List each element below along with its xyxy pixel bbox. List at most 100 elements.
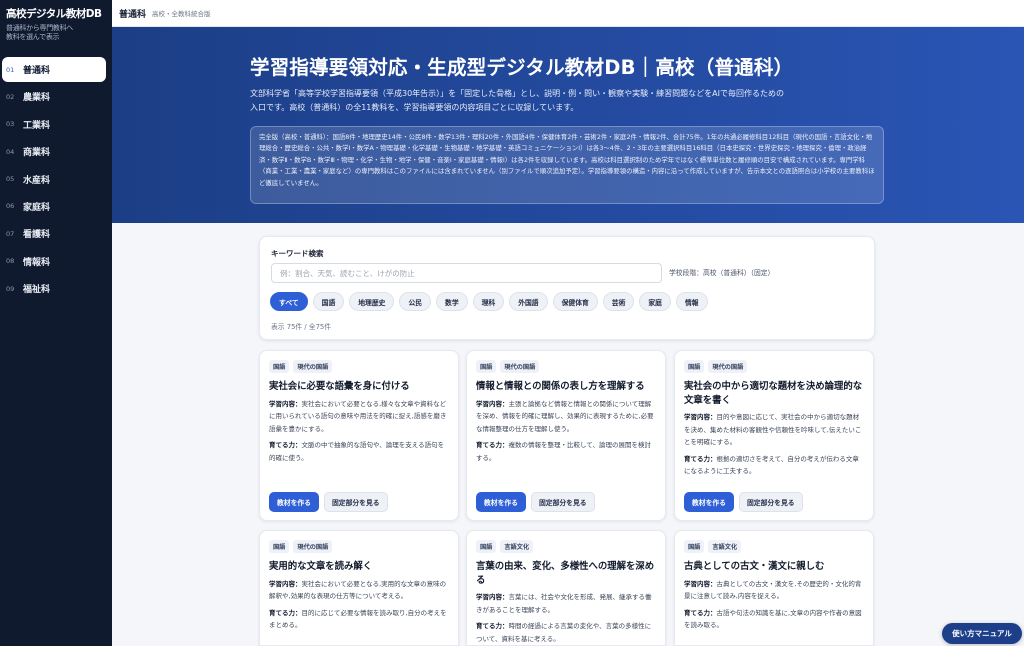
material-card: 国語 現代の国語 情報と情報との関係の表し方を理解する 学習内容：主張と論拠など… — [466, 350, 666, 521]
hero-banner: 学習指導要領対応・生成型デジタル教材DB｜高校（普通科） 文部科学省「高等学校学… — [112, 27, 1024, 223]
sidebar-item-number: 03 — [6, 120, 15, 129]
card-title: 実用的な文章を読み解く — [269, 561, 373, 572]
card-skill: 育てる力：目的に応じて必要な情報を読み取り,自分の考えをまとめる。 — [269, 607, 449, 632]
subject-tag: 国語 — [684, 360, 705, 373]
filter-chip-geography-history[interactable]: 地理歴史 — [349, 292, 395, 311]
card-content: 学習内容：実社会において必要となる,様々な文章や資料などに用いられている語句の意… — [269, 398, 449, 436]
sidebar-item-label: 看護科 — [23, 230, 51, 241]
sidebar-item-number: 04 — [6, 147, 15, 156]
course-tag: 現代の国語 — [293, 540, 333, 553]
skill-label: 育てる力： — [684, 454, 717, 463]
sidebar-item-label: 水産科 — [23, 175, 51, 186]
hero-description: 文部科学省「高等学校学習指導要領（平成30年告示）」を「固定した骨格」とし、説明… — [250, 89, 785, 112]
sidebar: 高校デジタル教材DB 普通科から専門教科へ 教科を選んで表示 01 普通科 02… — [0, 0, 112, 646]
sidebar-item-number: 02 — [6, 92, 15, 101]
sidebar-item-agriculture[interactable]: 02 農業科 — [2, 84, 106, 109]
card-skill: 育てる力：根拠の適切さを考えて、自分の考えが伝わる文章になるように工夫する。 — [684, 453, 864, 478]
card-title: 古典としての古文・漢文に親しむ — [684, 561, 825, 572]
sidebar-item-welfare[interactable]: 09 福祉科 — [2, 276, 106, 301]
card-actions: 教材を作る 固定部分を見る — [476, 492, 595, 512]
sidebar-item-fisheries[interactable]: 05 水産科 — [2, 167, 106, 192]
app-subtitle-line2: 教科を選んで表示 — [6, 33, 60, 41]
user-manual-button[interactable]: 使い方マニュアル — [942, 623, 1022, 644]
card-tags: 国語 言語文化 — [476, 540, 656, 553]
search-label: キーワード検索 — [271, 249, 324, 258]
page-title: 学習指導要領対応・生成型デジタル教材DB｜高校（普通科） — [250, 56, 794, 79]
filter-chip-home-economics[interactable]: 家庭 — [639, 292, 671, 311]
subject-tag: 国語 — [476, 360, 497, 373]
sidebar-item-number: 06 — [6, 202, 15, 211]
card-content: 学習内容：目的や意図に応じて、実社会の中から適切な題材を決め、集めた材料の客観性… — [684, 411, 864, 449]
sidebar-item-label: 情報科 — [23, 257, 51, 268]
filter-chip-arts[interactable]: 芸術 — [602, 292, 635, 311]
sidebar-item-label: 家庭科 — [23, 202, 51, 213]
sidebar-item-label: 商業科 — [23, 148, 51, 159]
content-label: 学習内容： — [269, 399, 302, 408]
view-fixed-part-button[interactable]: 固定部分を見る — [323, 492, 388, 512]
sidebar-item-number: 09 — [6, 284, 15, 293]
sidebar-nav: 01 普通科 02 農業科 03 工業科 04 商業科 05 水産科 06 家庭… — [0, 57, 112, 301]
app-subtitle-line1: 普通科から専門教科へ — [6, 24, 73, 32]
filter-chip-japanese[interactable]: 国語 — [312, 292, 345, 311]
card-tags: 国語 現代の国語 — [476, 360, 656, 373]
filter-chip-science[interactable]: 理科 — [472, 292, 505, 311]
skill-label: 育てる力： — [269, 608, 302, 617]
card-title: 言葉の由来、変化、多様性への理解を深める — [476, 561, 655, 586]
card-tags: 国語 現代の国語 — [684, 360, 864, 373]
material-card: 国語 言語文化 古典としての古文・漢文に親しむ 学習内容：古典としての古文・漢文… — [674, 530, 874, 646]
skill-label: 育てる力： — [476, 622, 509, 630]
material-card: 国語 言語文化 言葉の由来、変化、多様性への理解を深める 学習内容：言葉には、社… — [466, 530, 666, 646]
school-level-label: 学校段階：高校（普通科）（固定） — [669, 269, 775, 277]
sidebar-item-information[interactable]: 08 情報科 — [2, 249, 106, 274]
skill-label: 育てる力： — [269, 441, 302, 449]
coverage-note: 完全版（高校・普通科）：国語8件・地理歴史14件・公民8件・数学13件・理科20… — [250, 126, 884, 204]
filter-chip-information[interactable]: 情報 — [675, 292, 708, 311]
card-skill: 育てる力：文脈の中で抽象的な語句や、論理を支える語句を的確に使う。 — [269, 439, 449, 464]
card-skill: 育てる力：古語や句法の知識を基に,文章の内容や作者の意図を読み取る。 — [684, 607, 864, 632]
subject-tag: 国語 — [269, 540, 290, 553]
card-content: 学習内容：実社会において必要となる,実用的な文章の意味の解釈や,効果的な表現の仕… — [269, 578, 449, 603]
search-panel: キーワード検索 学校段階：高校（普通科）（固定） すべて 国語 地理歴史 公民 … — [259, 236, 875, 340]
course-tag: 現代の国語 — [708, 360, 748, 373]
result-count: 表示 75件 / 全75件 — [271, 323, 332, 331]
filter-chip-foreign-language[interactable]: 外国語 — [509, 292, 548, 311]
sidebar-item-nursing[interactable]: 07 看護科 — [2, 221, 106, 246]
card-content: 学習内容：古典としての古文・漢文を,その歴史的・文化的背景に注意して読み,内容を… — [684, 578, 864, 603]
sidebar-item-commerce[interactable]: 04 商業科 — [2, 139, 106, 164]
filter-chip-all[interactable]: すべて — [270, 292, 308, 311]
make-material-button[interactable]: 教材を作る — [476, 492, 526, 512]
topbar-title: 普通科 — [119, 9, 147, 20]
card-skill: 育てる力：複数の情報を整理・比較して、論理の展開を検討する。 — [476, 439, 656, 464]
filter-chip-health-pe[interactable]: 保健体育 — [552, 292, 598, 311]
sidebar-item-general[interactable]: 01 普通科 — [2, 57, 106, 82]
sidebar-item-number: 08 — [6, 257, 15, 266]
subject-filter-chips: すべて 国語 地理歴史 公民 数学 理科 外国語 保健体育 芸術 家庭 情報 — [270, 292, 708, 311]
card-title: 実社会に必要な語彙を身に付ける — [269, 381, 410, 392]
app-subtitle: 普通科から専門教科へ 教科を選んで表示 — [6, 24, 106, 42]
sidebar-item-home-economics[interactable]: 06 家庭科 — [2, 194, 106, 219]
filter-chip-civics[interactable]: 公民 — [399, 292, 432, 311]
subject-tag: 国語 — [476, 540, 497, 553]
material-card: 国語 現代の国語 実社会に必要な語彙を身に付ける 学習内容：実社会において必要と… — [259, 350, 459, 521]
card-actions: 教材を作る 固定部分を見る — [684, 492, 803, 512]
content-label: 学習内容： — [476, 399, 509, 408]
subject-tag: 国語 — [269, 360, 290, 373]
course-tag: 言語文化 — [708, 540, 742, 553]
make-material-button[interactable]: 教材を作る — [684, 492, 734, 512]
sidebar-item-number: 05 — [6, 175, 15, 184]
view-fixed-part-button[interactable]: 固定部分を見る — [738, 492, 803, 512]
make-material-button[interactable]: 教材を作る — [269, 492, 319, 512]
sidebar-item-label: 普通科 — [23, 66, 51, 76]
top-bar: 普通科 高校・全教科統合版 — [112, 0, 1024, 27]
filter-chip-math[interactable]: 数学 — [436, 292, 468, 311]
sidebar-item-industry[interactable]: 03 工業科 — [2, 112, 106, 137]
card-tags: 国語 現代の国語 — [269, 540, 449, 553]
view-fixed-part-button[interactable]: 固定部分を見る — [530, 492, 595, 512]
content-label: 学習内容： — [684, 579, 717, 588]
search-input[interactable] — [271, 263, 662, 283]
card-content: 学習内容：言葉には、社会や文化を形成、発展、継承する働きがあることを理解する。 — [476, 591, 656, 616]
content-label: 学習内容： — [269, 579, 302, 588]
app-title: 高校デジタル教材DB — [6, 8, 102, 20]
sidebar-item-number: 07 — [6, 229, 15, 238]
material-card: 国語 現代の国語 実用的な文章を読み解く 学習内容：実社会において必要となる,実… — [259, 530, 459, 646]
